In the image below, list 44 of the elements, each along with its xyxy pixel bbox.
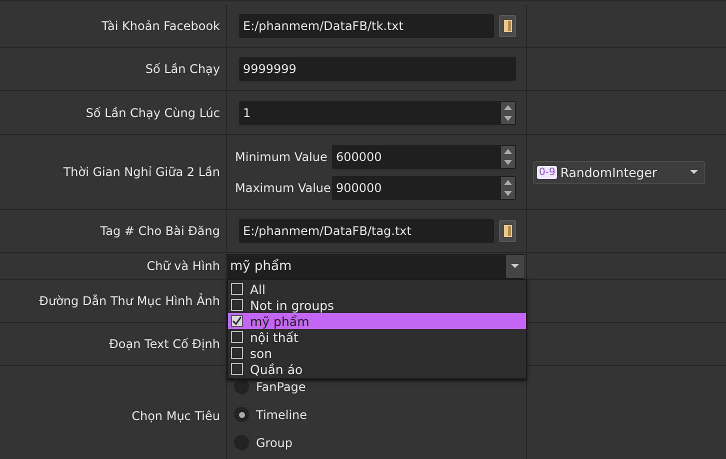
browse-button[interactable]: [499, 220, 516, 242]
maximum-label: Maximum Value: [235, 180, 332, 194]
maximum-field[interactable]: 900000: [332, 176, 516, 200]
dropdown-option[interactable]: nội thất: [228, 329, 526, 345]
dropdown-option[interactable]: Not in groups: [228, 297, 526, 313]
file-path-field[interactable]: E:/phanmem/DataFB/tag.txt: [239, 219, 494, 243]
field-label: Đường Dẫn Thư Mục Hình Ảnh: [39, 294, 220, 308]
browse-button[interactable]: [499, 15, 516, 37]
radio-button[interactable]: [234, 379, 249, 394]
file-path-field[interactable]: E:/phanmem/DataFB/tk.txt: [239, 14, 494, 38]
radio-label: FanPage: [256, 380, 306, 394]
dropdown-option[interactable]: mỹ phẩm: [228, 313, 526, 329]
field-label: Tag # Cho Bài Đăng: [100, 224, 220, 238]
spin-arrows-icon[interactable]: [501, 176, 515, 198]
dropdown-option[interactable]: All: [228, 281, 526, 297]
mode-dropdown[interactable]: 0-9 RandomInteger: [533, 160, 705, 184]
minimum-field[interactable]: 600000: [332, 144, 516, 168]
text-field[interactable]: 9999999: [239, 57, 516, 81]
number-field[interactable]: 1: [239, 100, 516, 124]
minimum-label: Minimum Value: [235, 150, 328, 164]
radio-button[interactable]: [234, 407, 249, 422]
field-label: Đoạn Text Cố Định: [109, 337, 220, 351]
field-label: Tài Khoản Facebook: [102, 19, 220, 33]
spin-arrows-icon[interactable]: [501, 146, 515, 168]
dropdown-option[interactable]: Quần áo: [228, 361, 526, 377]
number-range-icon: 0-9: [537, 166, 558, 178]
field-label: Số Lần Chạy: [145, 62, 220, 76]
checkbox[interactable]: [231, 331, 243, 343]
field-label: Chữ và Hình: [146, 259, 220, 273]
field-label: Số Lần Chạy Cùng Lúc: [86, 106, 220, 120]
checkbox[interactable]: [231, 363, 243, 375]
group-dropdown[interactable]: mỹ phẩm: [227, 254, 524, 278]
checkbox[interactable]: [231, 283, 243, 295]
checkbox[interactable]: [231, 299, 243, 311]
radio-label: Group: [256, 436, 293, 450]
radio-label: Timeline: [256, 408, 308, 422]
checkbox[interactable]: [231, 315, 243, 327]
spin-arrows-icon[interactable]: [501, 102, 515, 124]
folder-icon: [504, 225, 512, 237]
field-label: Chọn Mục Tiêu: [132, 409, 220, 423]
field-label: Thời Gian Nghỉ Giữa 2 Lần: [63, 165, 220, 179]
folder-icon: [504, 20, 512, 32]
checkbox[interactable]: [231, 347, 243, 359]
dropdown-option[interactable]: son: [228, 345, 526, 361]
